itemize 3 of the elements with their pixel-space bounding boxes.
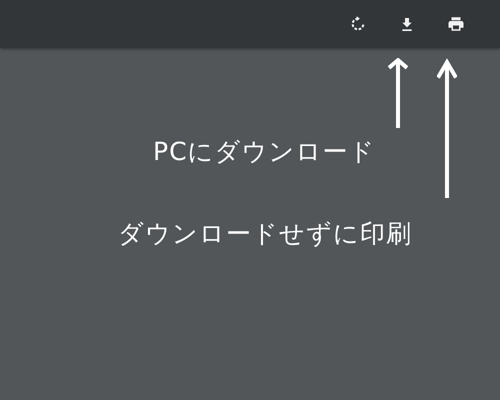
arrow [388,58,408,128]
annotation-label: ダウンロードせずに印刷 [118,218,412,250]
annotation-label: PCにダウンロード [153,136,376,168]
